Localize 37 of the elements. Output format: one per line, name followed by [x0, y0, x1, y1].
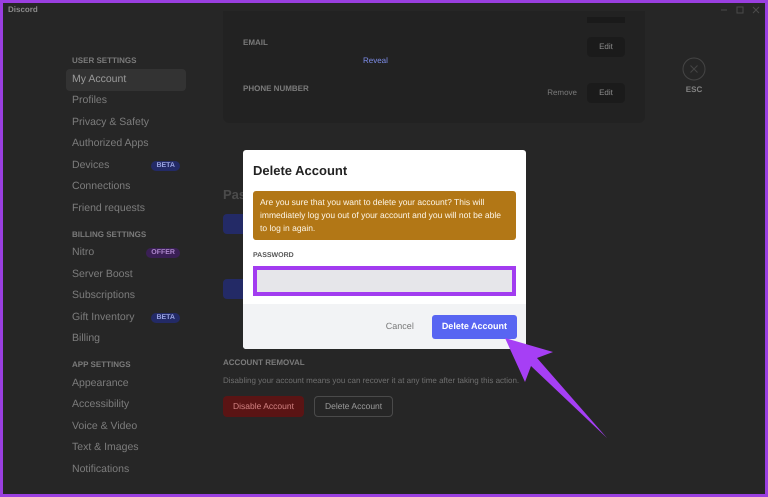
sidebar-item[interactable]: Notifications — [66, 459, 186, 480]
sidebar-item[interactable]: Server Boost — [66, 264, 186, 286]
window-title: Discord — [8, 4, 38, 16]
close-icon[interactable] — [752, 6, 760, 14]
esc-label: ESC — [686, 84, 702, 96]
reveal-link[interactable]: Reveal — [363, 55, 388, 67]
sidebar-item[interactable]: Friend requests — [66, 198, 186, 220]
dialog-title: Delete Account — [253, 162, 348, 180]
edit-button[interactable]: Edit — [587, 37, 625, 57]
sidebar-item[interactable]: Subscriptions — [66, 286, 186, 307]
delete-account-button[interactable]: Delete Account — [314, 396, 394, 416]
remove-link[interactable]: Remove — [547, 87, 577, 99]
edit-button[interactable]: Edit — [587, 83, 625, 103]
sidebar-item[interactable]: Connections — [66, 176, 186, 198]
section-heading: BILLING SETTINGS — [71, 228, 148, 240]
maximize-icon[interactable] — [736, 6, 744, 14]
sidebar-item[interactable]: Authorized Apps — [66, 134, 186, 155]
sidebar-item[interactable]: Text & Images — [66, 438, 186, 459]
confirm-delete-button[interactable]: Delete Account — [432, 314, 517, 338]
cancel-button[interactable]: Cancel — [384, 320, 416, 334]
sidebar-item[interactable]: Billing — [66, 328, 186, 350]
sidebar-item[interactable]: Voice & Video — [66, 416, 186, 438]
field-label: PHONE NUMBER — [243, 83, 309, 95]
sidebar-item[interactable]: Accessibility — [66, 394, 186, 416]
removal-description: Disabling your account means you can recover it at any time after taking this action. — [223, 374, 520, 386]
sidebar-item[interactable]: My Account — [66, 69, 186, 90]
sidebar-item[interactable]: Appearance — [66, 373, 186, 394]
section-heading: ACCOUNT REMOVAL — [223, 356, 306, 368]
warning-notice: Are you sure that you want to delete your account? This will immediately log you out of your account and you will not be able to log in again. — [253, 190, 516, 240]
sidebar-item[interactable]: Privacy & Safety — [66, 112, 186, 134]
password-field[interactable] — [253, 266, 516, 296]
field-label: EMAIL — [243, 37, 269, 49]
sidebar-item[interactable]: Profiles — [66, 90, 186, 112]
close-icon[interactable] — [682, 57, 706, 81]
section-heading: APP SETTINGS — [71, 359, 132, 371]
section-heading: USER SETTINGS — [71, 55, 138, 67]
disable-account-button[interactable]: Disable Account — [223, 396, 304, 416]
